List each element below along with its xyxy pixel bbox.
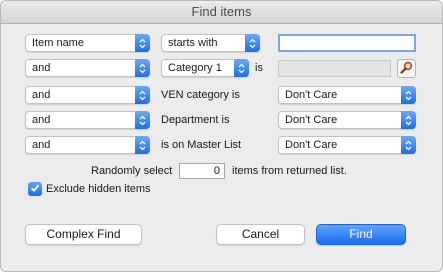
ven-category-value: Don't Care [285,89,338,101]
join-select-value: and [32,89,51,101]
updown-arrows-icon [234,59,249,77]
join-select-value: and [32,139,51,151]
cancel-button[interactable]: Cancel [216,224,305,245]
updown-arrows-icon [135,136,150,154]
lookup-category-button[interactable] [397,59,416,78]
category-select-value: Category 1 [168,62,222,74]
field-select-value: Item name [32,37,84,49]
operator-select-value: starts with [168,37,218,49]
join-select-2[interactable]: and [25,59,150,77]
department-value: Don't Care [285,114,338,126]
master-list-select[interactable]: Don't Care [278,136,416,154]
find-items-dialog: Find items Item name starts with and Cat… [0,0,443,272]
updown-arrows-icon [401,111,416,129]
random-count-input[interactable]: 0 [179,163,225,179]
is-label: is [255,62,263,74]
updown-arrows-icon [135,34,150,52]
category-value-field [278,60,391,77]
join-select-5[interactable]: and [25,136,150,154]
join-select-value: and [32,114,51,126]
complex-find-button[interactable]: Complex Find [25,224,142,245]
category-select[interactable]: Category 1 [161,59,249,77]
department-label: Department is [161,114,230,126]
random-select-prefix: Randomly select [91,165,173,177]
random-select-suffix: items from returned list. [232,165,347,177]
join-select-4[interactable]: and [25,111,150,129]
operator-select[interactable]: starts with [161,34,260,52]
field-select[interactable]: Item name [25,34,150,52]
search-value-input[interactable] [278,34,416,52]
join-select-3[interactable]: and [25,86,150,104]
exclude-hidden-checkbox[interactable] [28,182,42,196]
checkmark-icon [30,183,40,196]
updown-arrows-icon [245,34,260,52]
magnifier-icon [400,61,413,77]
find-button[interactable]: Find [316,224,406,245]
join-select-value: and [32,62,51,74]
window-title: Find items [1,1,442,24]
updown-arrows-icon [135,111,150,129]
updown-arrows-icon [135,59,150,77]
ven-category-select[interactable]: Don't Care [278,86,416,104]
department-select[interactable]: Don't Care [278,111,416,129]
master-list-label: is on Master List [161,139,242,151]
updown-arrows-icon [401,136,416,154]
exclude-hidden-label: Exclude hidden items [46,183,151,195]
updown-arrows-icon [135,86,150,104]
updown-arrows-icon [401,86,416,104]
master-list-value: Don't Care [285,139,338,151]
ven-category-label: VEN category is [161,89,240,101]
